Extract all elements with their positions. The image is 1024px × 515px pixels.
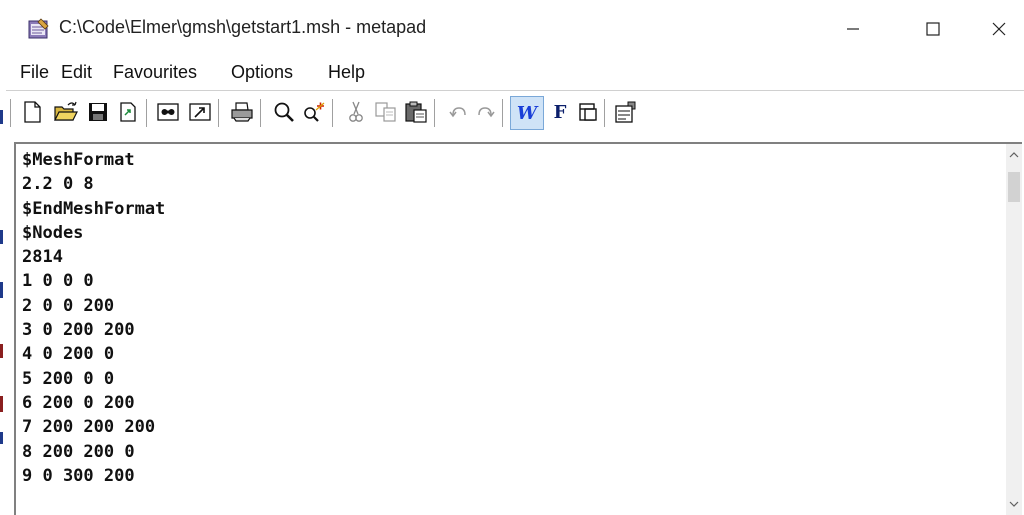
- metapad-window: C:\Code\Elmer\gmsh\getstart1.msh - metap…: [6, 0, 1024, 515]
- close-icon: [992, 22, 1006, 36]
- word-wrap-icon: W: [517, 103, 539, 124]
- minimize-icon: [847, 28, 859, 30]
- word-wrap-glyph: W: [517, 103, 539, 124]
- font-button[interactable]: F: [546, 98, 574, 126]
- edge-mark: [0, 432, 3, 444]
- editor-line: $EndMeshFormat: [22, 198, 166, 219]
- menu-favourites[interactable]: Favourites: [113, 62, 197, 83]
- editor-line: 4 0 200 0: [22, 344, 115, 365]
- goto-icon: [189, 103, 211, 121]
- scroll-down-button[interactable]: [1006, 493, 1022, 515]
- vertical-scrollbar[interactable]: [1006, 144, 1022, 515]
- word-wrap-button[interactable]: W: [510, 96, 544, 130]
- find-replace-icon: [157, 103, 179, 121]
- editor-content[interactable]: $MeshFormat 2.2 0 8 $EndMeshFormat $Nodes 28…: [22, 148, 165, 488]
- menu-options[interactable]: Options: [231, 62, 293, 83]
- redo-button[interactable]: [472, 98, 500, 126]
- undo-button[interactable]: [444, 98, 472, 126]
- close-button[interactable]: [974, 8, 1024, 50]
- transparent-icon: [579, 103, 597, 121]
- menu-help[interactable]: Help: [328, 62, 365, 83]
- save-as-icon: [120, 102, 136, 122]
- save-icon: [89, 103, 107, 121]
- editor-line: 9 0 300 200: [22, 465, 135, 486]
- toolbar-grip: [10, 99, 14, 127]
- redo-icon: [478, 107, 495, 118]
- find-button[interactable]: [270, 98, 298, 126]
- toolbar-separator: [146, 99, 150, 127]
- editor-line: 2 0 0 200: [22, 295, 115, 316]
- editor-line: 7 200 200 200: [22, 417, 156, 438]
- scroll-up-button[interactable]: [1006, 144, 1022, 166]
- edge-mark: [0, 230, 3, 244]
- copy-button[interactable]: [372, 98, 400, 126]
- paste-icon: [405, 101, 427, 123]
- toolbar: W F: [6, 90, 1024, 141]
- edge-mark: [0, 344, 3, 358]
- editor-line: 1 0 0 0: [22, 271, 94, 292]
- undo-icon: [449, 107, 466, 118]
- title-bar[interactable]: C:\Code\Elmer\gmsh\getstart1.msh - metap…: [6, 0, 1024, 58]
- find-next-icon: [304, 102, 325, 122]
- toolbar-separator: [218, 99, 222, 127]
- editor-line: 5 200 0 0: [22, 368, 115, 389]
- open-button[interactable]: [52, 98, 80, 126]
- editor-line: 8 200 200 0: [22, 441, 135, 462]
- menu-edit[interactable]: Edit: [61, 62, 92, 83]
- open-icon: [54, 101, 78, 121]
- new-icon: [24, 101, 41, 123]
- editor-line: 3 0 200 200: [22, 320, 135, 341]
- editor-line: 2814: [22, 247, 63, 268]
- find-replace-button[interactable]: [154, 98, 182, 126]
- save-as-button[interactable]: [114, 98, 142, 126]
- toolbar-separator: [434, 99, 438, 127]
- transparent-button[interactable]: [574, 98, 602, 126]
- find-icon: [274, 102, 294, 122]
- menu-bar: File Edit Favourites Options Help: [6, 58, 1024, 90]
- font-glyph: F: [554, 102, 567, 123]
- editor-line: 2.2 0 8: [22, 174, 94, 195]
- paste-button[interactable]: [402, 98, 430, 126]
- settings-button[interactable]: [612, 98, 640, 126]
- maximize-button[interactable]: [908, 8, 958, 50]
- edge-mark: [0, 396, 3, 412]
- toolbar-separator: [260, 99, 264, 127]
- edge-mark: [0, 282, 3, 298]
- menu-file[interactable]: File: [20, 62, 49, 83]
- toolbar-separator: [332, 99, 336, 127]
- font-icon: F: [554, 102, 567, 123]
- new-button[interactable]: [18, 98, 46, 126]
- notepad-icon: [26, 18, 50, 40]
- scroll-thumb[interactable]: [1008, 172, 1020, 202]
- toolbar-separator: [604, 99, 608, 127]
- cut-icon: [349, 101, 363, 122]
- chevron-up-icon: [1009, 152, 1019, 158]
- cut-button[interactable]: [342, 98, 370, 126]
- minimize-button[interactable]: [828, 8, 878, 50]
- chevron-down-icon: [1009, 501, 1019, 507]
- editor-line: $Nodes: [22, 222, 84, 243]
- editor-line: 6 200 0 200: [22, 392, 135, 413]
- edge-mark: [0, 110, 3, 124]
- find-next-button[interactable]: [300, 98, 328, 126]
- print-button[interactable]: [228, 98, 256, 126]
- maximize-icon: [926, 22, 940, 36]
- text-editor[interactable]: $MeshFormat 2.2 0 8 $EndMeshFormat $Nodes 28…: [14, 142, 1022, 515]
- copy-icon: [375, 102, 396, 122]
- editor-line: $MeshFormat: [22, 150, 135, 170]
- goto-button[interactable]: [186, 98, 214, 126]
- print-icon: [231, 102, 253, 122]
- settings-icon: [615, 101, 636, 123]
- window-title: C:\Code\Elmer\gmsh\getstart1.msh - metap…: [59, 17, 427, 37]
- save-button[interactable]: [84, 98, 112, 126]
- toolbar-separator: [502, 99, 506, 127]
